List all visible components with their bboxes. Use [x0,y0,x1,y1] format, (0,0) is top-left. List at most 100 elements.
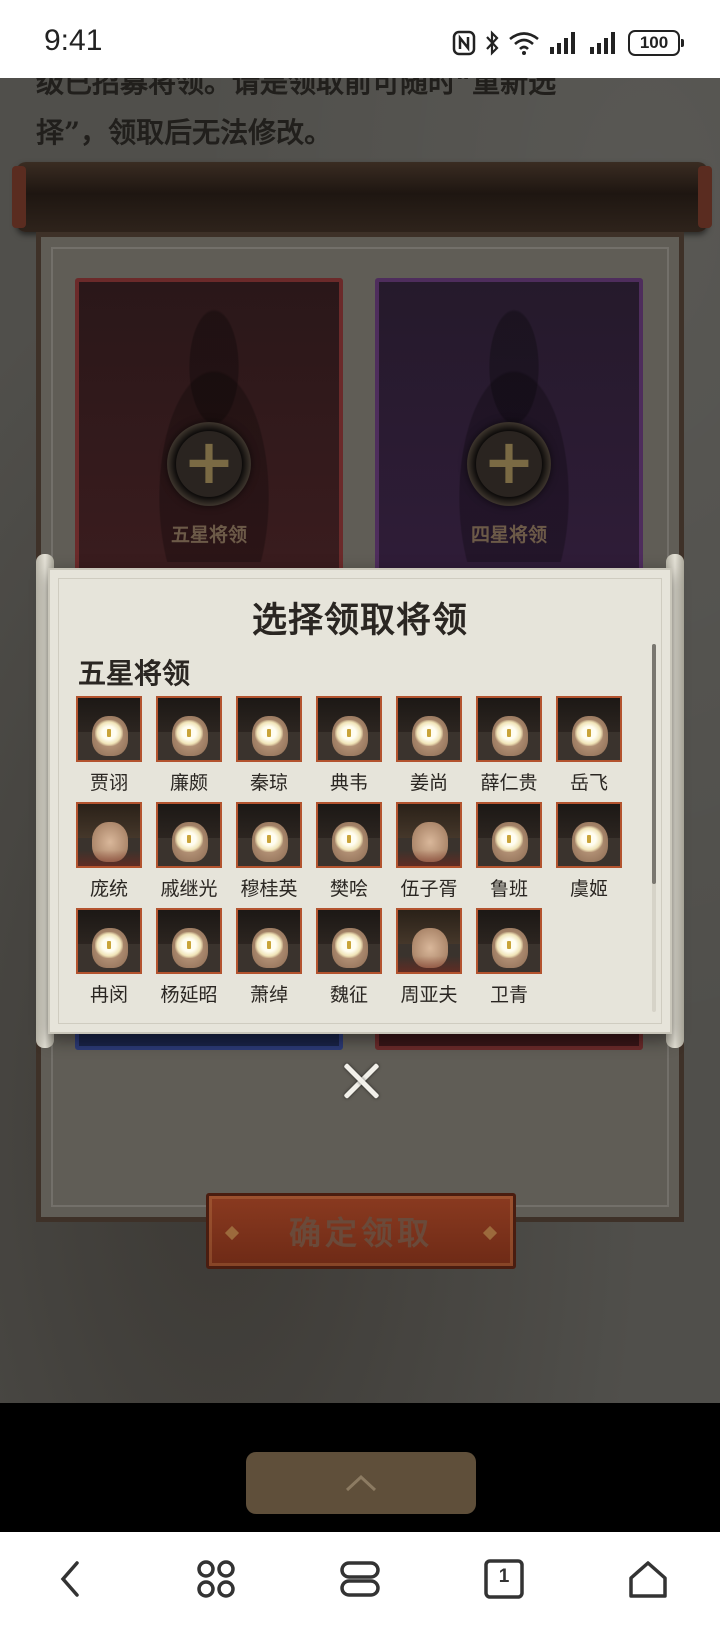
scroll-rod [12,162,712,232]
four-star-slot[interactable]: + 四星将领 [375,278,643,578]
nfc-icon [452,30,476,56]
general-portrait[interactable] [396,802,462,868]
lock-icon [575,720,603,746]
general-portrait[interactable] [236,908,302,974]
tabs-button[interactable]: 1 [479,1554,529,1604]
general-card[interactable]: 樊哙 [316,802,382,901]
general-card[interactable]: 魏征 [316,908,382,1007]
lock-icon [255,932,283,958]
general-card[interactable]: 贾诩 [76,696,142,795]
general-card[interactable]: 廉颇 [156,696,222,795]
general-name: 戚继光 [160,878,218,900]
portrait-face [412,822,448,862]
back-button[interactable] [46,1554,96,1604]
general-card[interactable]: 戚继光 [156,802,222,901]
general-card[interactable]: 岳飞 [556,696,622,795]
general-portrait[interactable] [76,802,142,868]
status-time: 9:41 [44,24,103,57]
back-icon [60,1561,79,1597]
general-portrait[interactable] [76,908,142,974]
general-portrait[interactable] [236,802,302,868]
general-portrait[interactable] [316,908,382,974]
close-icon[interactable] [340,1060,382,1102]
general-card[interactable]: 杨延昭 [156,908,222,1007]
lock-icon [95,932,123,958]
general-portrait[interactable] [556,696,622,762]
apps-button[interactable] [191,1554,241,1604]
lock-icon [495,720,523,746]
diamond-icon [224,1225,240,1241]
five-star-slot[interactable]: + 五星将领 [75,278,343,578]
general-portrait[interactable] [556,802,622,868]
general-card[interactable]: 卫青 [476,908,542,1007]
general-portrait[interactable] [396,696,462,762]
lock-icon [335,826,363,852]
modal-scrollbar-thumb[interactable] [652,644,656,884]
add-general-icon[interactable]: + [167,422,251,506]
expand-handle[interactable] [246,1452,476,1514]
general-card[interactable]: 典韦 [316,696,382,795]
general-portrait[interactable] [76,696,142,762]
general-portrait[interactable] [476,696,542,762]
battery-icon: 100 [628,30,684,56]
chevron-up-icon [345,1474,377,1492]
lock-icon [175,932,203,958]
general-card[interactable]: 秦琼 [236,696,302,795]
general-card[interactable]: 薛仁贵 [476,696,542,795]
recents-button[interactable] [335,1554,385,1604]
general-card[interactable]: 萧绰 [236,908,302,1007]
lock-icon [335,720,363,746]
general-portrait[interactable] [236,696,302,762]
home-icon [629,1561,667,1598]
general-name: 虞姬 [569,878,608,900]
general-name: 周亚夫 [400,984,458,1006]
general-name: 岳飞 [569,772,608,794]
lock-icon [95,720,123,746]
general-name: 庞统 [89,878,128,900]
general-card[interactable]: 周亚夫 [396,908,462,1007]
wifi-icon [509,32,539,55]
general-portrait[interactable] [316,802,382,868]
general-name: 姜尚 [409,772,448,794]
portrait-face [412,928,448,968]
general-portrait[interactable] [156,802,222,868]
general-card[interactable]: 姜尚 [396,696,462,795]
general-name: 典韦 [329,772,368,794]
lock-icon [255,720,283,746]
general-name: 廉颇 [169,772,208,794]
lock-icon [495,826,523,852]
signal-icon [590,32,615,54]
general-portrait[interactable] [316,696,382,762]
intro-text: 级已招募将领。请是领取前可随时“重新选 择”，领取后无法修改。 [36,78,696,158]
section-label: 五星将领 [78,657,191,690]
general-portrait[interactable] [156,696,222,762]
general-card[interactable]: 冉闵 [76,908,142,1007]
nav-bar: 1 [0,1532,720,1625]
general-portrait[interactable] [476,802,542,868]
five-star-slot-label: 五星将领 [170,524,247,546]
general-card[interactable]: 鲁班 [476,802,542,901]
general-card[interactable]: 伍子胥 [396,802,462,901]
general-card[interactable]: 庞统 [76,802,142,901]
general-portrait[interactable] [396,908,462,974]
general-name: 杨延昭 [160,984,218,1006]
general-portrait[interactable] [156,908,222,974]
general-name: 魏征 [329,984,368,1006]
add-general-icon[interactable]: + [467,422,551,506]
general-name: 穆桂英 [240,878,298,900]
signal-icon [550,32,575,54]
select-general-modal: 选择领取将领 五星将领 贾诩 廉颇 秦琼 典韦 姜尚 薛仁贵 岳飞 庞统 戚继光 穆桂英 樊哙 伍子胥… [36,554,684,1048]
general-name: 卫青 [489,984,528,1006]
general-card[interactable]: 虞姬 [556,802,622,901]
status-icons: 100 [452,28,684,58]
confirm-claim-button[interactable]: 确定领取 [206,1193,516,1269]
modal-scrollbar[interactable] [652,644,656,1012]
general-card[interactable]: 穆桂英 [236,802,302,901]
lock-icon [175,720,203,746]
lock-icon [575,826,603,852]
intro-line-1: 级已招募将领。请是领取前可随时“重新选 [36,78,557,99]
general-name: 薛仁贵 [480,772,538,794]
general-portrait[interactable] [476,908,542,974]
lock-icon [175,826,203,852]
home-button[interactable] [623,1554,673,1604]
